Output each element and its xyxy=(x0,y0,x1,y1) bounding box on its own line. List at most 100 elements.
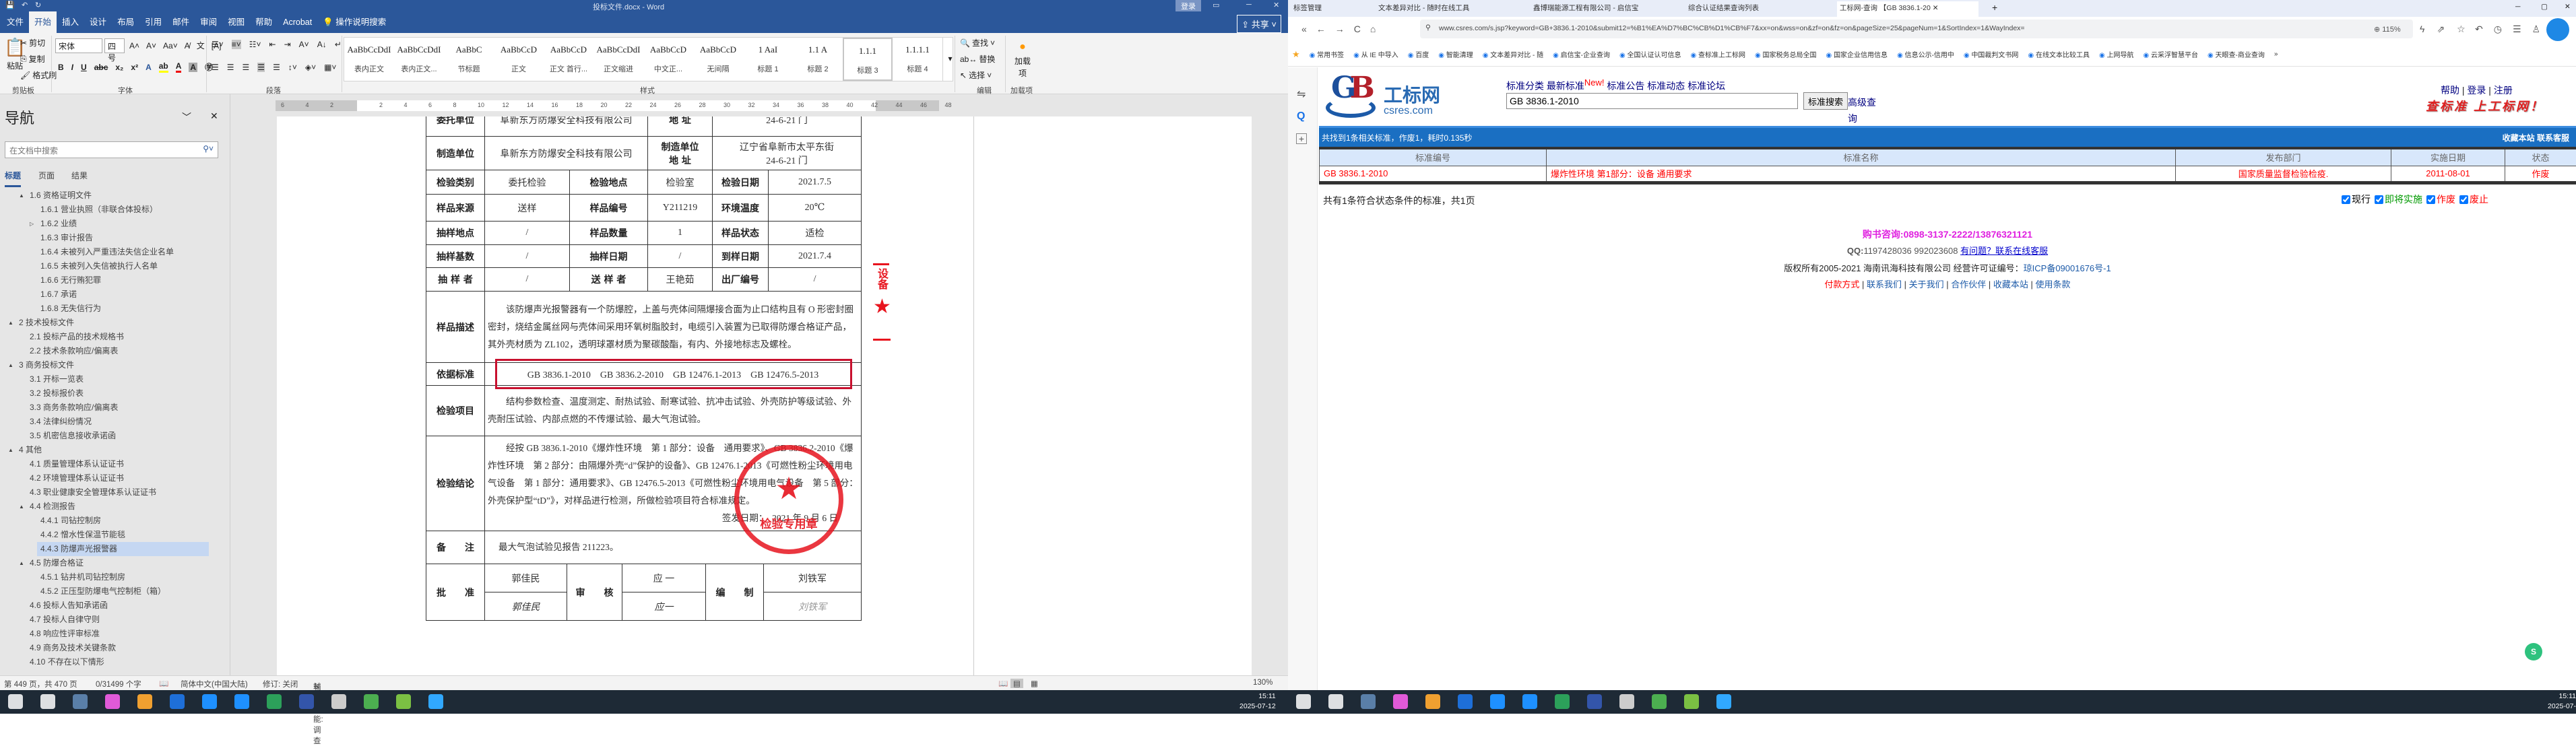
app-icon[interactable] xyxy=(105,694,120,709)
show-marks-icon[interactable]: ↵ xyxy=(335,40,342,49)
nav-heading-item[interactable]: ▲4.5 防爆合格证 xyxy=(0,556,230,570)
bookmark[interactable]: ◉ 百度 xyxy=(1408,49,1429,59)
font-name-select[interactable]: 宋体 xyxy=(55,38,102,53)
nav-tab-pages[interactable]: 页面 xyxy=(38,170,55,181)
change-case-icon[interactable]: Aa˅ xyxy=(163,41,178,50)
app-icon[interactable] xyxy=(234,694,249,709)
page-count[interactable]: 第 449 页，共 470 页 xyxy=(4,679,77,689)
underline-icon[interactable]: U xyxy=(81,63,87,72)
login-link[interactable]: 登录 xyxy=(2467,85,2486,96)
app-icon[interactable] xyxy=(1684,694,1699,709)
status-filter[interactable]: 废止 xyxy=(2459,193,2488,206)
nav-heading-item[interactable]: 3.3 商务条款响应/偏离表 xyxy=(0,401,230,415)
lightning-icon[interactable]: ϟ xyxy=(2420,24,2437,34)
status-filter[interactable]: 现行 xyxy=(2342,193,2371,206)
calculator-icon[interactable] xyxy=(1361,694,1376,709)
history-clock-icon[interactable]: ◷ xyxy=(2494,24,2513,34)
nav-forum[interactable]: 标准论坛 xyxy=(1687,81,1725,92)
status-filter[interactable]: 即将实施 xyxy=(2375,193,2422,206)
app-icon[interactable] xyxy=(170,694,185,709)
bullets-icon[interactable]: ☰˅ xyxy=(212,40,224,49)
login-button[interactable]: 登录 xyxy=(1176,0,1201,12)
search-icon[interactable] xyxy=(1328,694,1343,709)
addins-button[interactable]: ●加载项 xyxy=(1012,41,1033,79)
style-item[interactable]: 1 AaI标题 1 xyxy=(743,38,793,81)
advanced-search-link[interactable]: 高级查询 xyxy=(1848,94,1881,127)
browser-tab[interactable]: 文本差异对比 - 随时在线工具 xyxy=(1376,1,1510,17)
app-icon[interactable] xyxy=(1555,694,1570,709)
style-item[interactable]: 1.1.1.1标题 4 xyxy=(893,38,942,81)
collapse-icon[interactable]: ▲ xyxy=(8,358,13,372)
expand-icon[interactable]: ▷ xyxy=(30,217,34,231)
register-link[interactable]: 注册 xyxy=(2494,85,2513,96)
forward-icon[interactable]: → xyxy=(1335,24,1354,34)
start-icon[interactable] xyxy=(8,694,23,709)
nav-heading-item[interactable]: 3.5 机密信息接收承诺函 xyxy=(0,429,230,443)
browser-logo-icon[interactable] xyxy=(2546,18,2569,41)
icp-link[interactable]: 琼ICP备09001676号-1 xyxy=(2024,263,2111,273)
proofing-icon[interactable]: 📖 xyxy=(159,679,168,688)
swap-icon[interactable]: ⇋ xyxy=(1297,88,1306,101)
nav-heading-item[interactable]: 4.4.2 憎水性保温节能毯 xyxy=(0,528,230,542)
bookmark[interactable]: ◉ 天眼查-商业查询 xyxy=(2208,49,2265,59)
collapse-icon[interactable]: ▲ xyxy=(8,316,13,330)
footer-link[interactable]: 关于我们 xyxy=(1909,279,1944,290)
filter-checkbox[interactable] xyxy=(2375,195,2383,204)
photoshop-icon[interactable] xyxy=(428,694,443,709)
search-icon[interactable] xyxy=(40,694,55,709)
font-color-icon[interactable]: A xyxy=(176,61,182,73)
bookmark[interactable]: ◉ 信息公示-信用中 xyxy=(1897,49,1954,59)
app-icon[interactable] xyxy=(396,694,411,709)
style-item[interactable]: AaBbCcDdI表内正文... xyxy=(394,38,444,81)
style-item[interactable]: 1.1 A标题 2 xyxy=(793,38,843,81)
bookmark[interactable]: ◉ 上网导航 xyxy=(2099,49,2134,59)
replace-button[interactable]: ab↔替换 xyxy=(960,53,995,65)
find-button[interactable]: 🔍查找 ˅ xyxy=(960,37,995,48)
close-icon[interactable]: ✕ xyxy=(1273,1,1279,9)
calculator-icon[interactable] xyxy=(73,694,88,709)
app-icon[interactable] xyxy=(331,694,346,709)
history-icon[interactable]: « xyxy=(1301,24,1316,34)
app-icon[interactable] xyxy=(1522,694,1537,709)
column-header[interactable]: 发布部门 xyxy=(2176,148,2391,166)
clock[interactable]: 15:112025-07-12 xyxy=(1239,691,1276,712)
nav-heading-item[interactable]: 2.1 投标产品的技术规格书 xyxy=(0,330,230,344)
camera-icon[interactable] xyxy=(1425,694,1440,709)
nav-heading-item[interactable]: 2.2 技术条款响应/偏离表 xyxy=(0,344,230,358)
browser-tab[interactable]: 综合认证结果查询列表 xyxy=(1685,1,1820,17)
nav-announcements[interactable]: 标准公告 xyxy=(1607,81,1644,92)
share-button[interactable]: ⇪ 共享 ˅ xyxy=(1237,15,1281,33)
app-icon[interactable] xyxy=(1458,694,1473,709)
align-center-icon[interactable]: ☰ xyxy=(227,63,234,72)
track-changes[interactable]: 修订: 关闭 xyxy=(263,679,298,689)
filter-checkbox[interactable] xyxy=(2342,195,2350,204)
document-page[interactable]: 委托单位阜新东方防爆安全科技有限公司地 址24-6-21 门 制造单位阜新东方防… xyxy=(277,116,1252,675)
browser-tab[interactable]: 鑫博瑞能源工程有限公司 - 启信宝 xyxy=(1531,1,1665,17)
chevron-down-icon[interactable]: ﹀ xyxy=(182,110,191,124)
increase-indent-icon[interactable]: ⇥ xyxy=(284,40,291,49)
more-bookmarks-icon[interactable]: » xyxy=(2274,50,2278,58)
app-icon[interactable] xyxy=(267,694,282,709)
numbering-icon[interactable]: ≡˅ xyxy=(232,40,241,49)
nav-heading-item[interactable]: 4.2 环境管理体系认证证书 xyxy=(0,471,230,485)
sort-icon[interactable]: A↓ xyxy=(317,40,327,49)
nav-heading-item[interactable]: ▲4.4 检测报告 xyxy=(0,500,230,514)
nav-heading-item[interactable]: 4.7 投标人自律守则 xyxy=(0,613,230,627)
footer-link[interactable]: 收藏本站 xyxy=(1993,279,2028,290)
bookmark[interactable]: ◉ 启信宝-企业查询 xyxy=(1553,49,1610,59)
camera-icon[interactable] xyxy=(137,694,152,709)
text-direction-icon[interactable]: A˅ xyxy=(299,40,309,49)
nav-heading-item[interactable]: 4.4.1 司钻控制房 xyxy=(0,514,230,528)
style-item[interactable]: AaBbCcD中文正... xyxy=(643,38,693,81)
phonetic-icon[interactable]: 文 xyxy=(197,40,205,51)
text-effects-icon[interactable]: A xyxy=(146,63,152,72)
minimize-icon[interactable]: ─ xyxy=(2515,3,2520,11)
app-icon[interactable] xyxy=(299,694,314,709)
start-icon[interactable] xyxy=(1296,694,1311,709)
nav-heading-item[interactable]: 1.6.6 无行贿犯罪 xyxy=(0,273,230,287)
nav-heading-item[interactable]: 4.4.3 防爆声光报警器 xyxy=(37,542,209,556)
column-header[interactable]: 标准名称 xyxy=(1547,148,2176,166)
shading-icon[interactable]: ◈˅ xyxy=(305,63,316,72)
bookmark[interactable]: ◉ 文本差异对比 - 随 xyxy=(1483,49,1543,59)
standard-search-input[interactable] xyxy=(1506,93,1798,109)
